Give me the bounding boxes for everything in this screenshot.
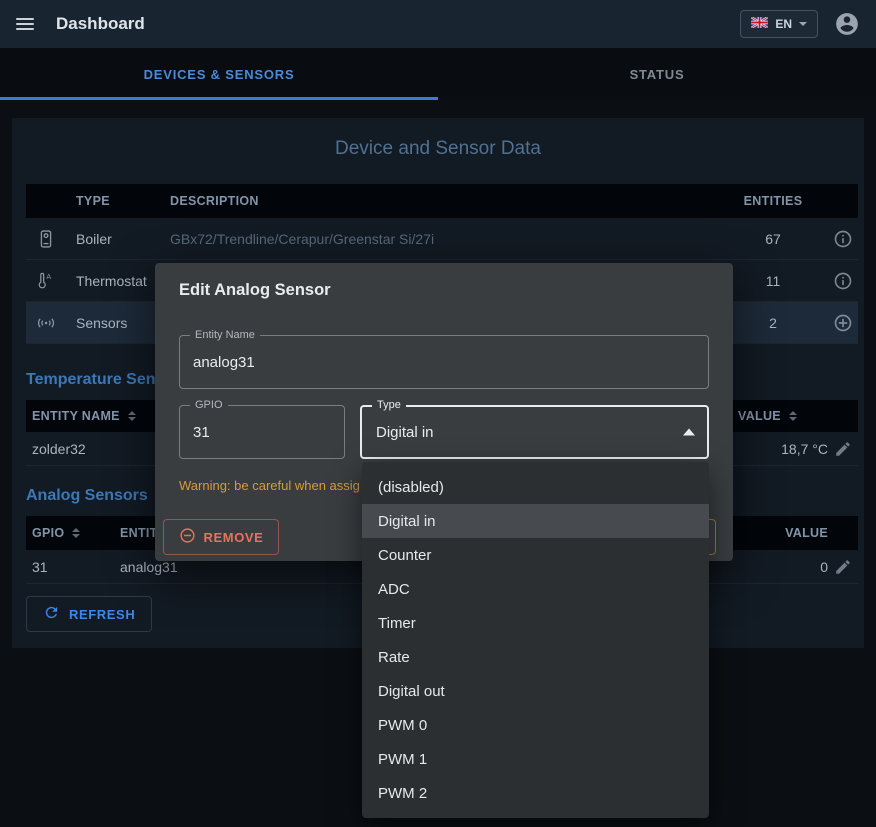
device-type: Boiler <box>64 231 170 247</box>
header-entity-name-label: ENTITY NAME <box>32 409 120 423</box>
refresh-icon <box>43 604 60 624</box>
language-label: EN <box>775 17 792 31</box>
menu-item-counter[interactable]: Counter <box>362 538 709 572</box>
tab-status[interactable]: STATUS <box>438 48 876 100</box>
chevron-down-icon <box>799 22 807 26</box>
remove-button[interactable]: REMOVE <box>163 519 279 555</box>
menu-item-disabled[interactable]: (disabled) <box>362 470 709 504</box>
device-description: GBx72/Trendline/Cerapur/Greenstar Si/27i <box>170 231 718 247</box>
active-tab-indicator <box>0 97 438 100</box>
dropdown-arrow-icon <box>683 429 695 436</box>
menu-item-digital-in[interactable]: Digital in <box>362 504 709 538</box>
menu-item-timer[interactable]: Timer <box>362 606 709 640</box>
refresh-button-label: REFRESH <box>69 607 135 622</box>
menu-item-pwm0[interactable]: PWM 0 <box>362 708 709 742</box>
menu-item-pwm2[interactable]: PWM 2 <box>362 776 709 810</box>
header-type: TYPE <box>64 194 170 208</box>
header-entities: ENTITIES <box>718 194 828 208</box>
header-description: DESCRIPTION <box>170 194 718 208</box>
page-title: Device and Sensor Data <box>12 138 864 160</box>
type-dropdown-menu: (disabled) Digital in Counter ADC Timer … <box>362 462 709 818</box>
menu-icon[interactable] <box>16 18 34 30</box>
info-icon[interactable] <box>828 271 858 291</box>
appbar-right: EN <box>740 10 860 38</box>
sensor-value: 18,7 °C <box>738 441 828 457</box>
table-row-boiler[interactable]: Boiler GBx72/Trendline/Cerapur/Greenstar… <box>26 218 858 260</box>
thermostat-icon: A <box>26 271 64 291</box>
sort-icon[interactable] <box>72 528 80 538</box>
tab-bar: DEVICES & SENSORS STATUS <box>0 48 876 100</box>
device-entities: 2 <box>718 315 828 331</box>
gpio-field: GPIO <box>179 405 345 459</box>
language-selector[interactable]: EN <box>740 10 818 38</box>
sort-icon[interactable] <box>789 411 797 421</box>
edit-pencil-icon[interactable] <box>828 558 858 576</box>
dialog-title: Edit Analog Sensor <box>179 281 331 300</box>
analog-section-heading: Analog Sensors <box>26 487 148 505</box>
menu-item-rate[interactable]: Rate <box>362 640 709 674</box>
svg-text:A: A <box>46 272 51 280</box>
type-selected-value: Digital in <box>376 407 434 457</box>
remove-circle-icon <box>179 527 196 547</box>
add-circle-icon[interactable] <box>828 313 858 333</box>
account-icon[interactable] <box>834 11 860 37</box>
tab-devices-sensors[interactable]: DEVICES & SENSORS <box>0 48 438 100</box>
entity-name-input[interactable] <box>180 336 708 388</box>
uk-flag-icon <box>751 17 768 31</box>
menu-item-digital-out[interactable]: Digital out <box>362 674 709 708</box>
device-entities: 67 <box>718 231 828 247</box>
header-value[interactable]: VALUE <box>738 409 828 423</box>
sensor-value: 0 <box>738 559 828 575</box>
menu-item-pwm1[interactable]: PWM 1 <box>362 742 709 776</box>
gpio-input[interactable] <box>180 406 344 458</box>
screen: Dashboard EN DEVI <box>0 0 876 827</box>
edit-pencil-icon[interactable] <box>828 440 858 458</box>
remove-button-label: REMOVE <box>204 530 264 545</box>
boiler-icon <box>26 229 64 249</box>
header-value-label: VALUE <box>738 409 781 423</box>
entity-name-field: Entity Name <box>179 335 709 389</box>
sort-icon[interactable] <box>128 411 136 421</box>
refresh-button[interactable]: REFRESH <box>26 596 152 632</box>
header-value: VALUE <box>738 526 828 540</box>
device-entities: 11 <box>718 273 828 289</box>
info-icon[interactable] <box>828 229 858 249</box>
warning-text: Warning: be careful when assig <box>179 478 360 493</box>
sensor-gpio: 31 <box>26 559 114 575</box>
menu-item-adc[interactable]: ADC <box>362 572 709 606</box>
app-bar: Dashboard EN <box>0 0 876 48</box>
sensors-icon <box>26 313 64 333</box>
header-gpio[interactable]: GPIO <box>26 526 114 540</box>
header-gpio-label: GPIO <box>32 526 64 540</box>
app-title: Dashboard <box>56 14 145 34</box>
type-select[interactable]: Type Digital in <box>360 405 709 459</box>
devices-table-header: TYPE DESCRIPTION ENTITIES <box>26 184 858 218</box>
